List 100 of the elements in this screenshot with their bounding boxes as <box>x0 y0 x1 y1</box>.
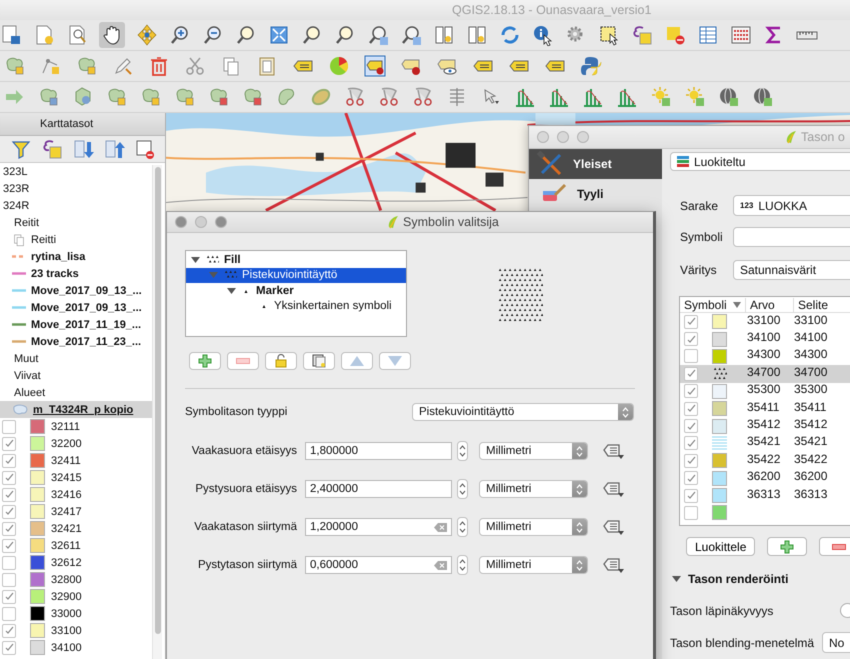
checkbox[interactable] <box>684 332 698 346</box>
table-icon[interactable] <box>697 24 719 46</box>
data-defined-icon[interactable] <box>603 518 625 536</box>
column-header[interactable]: Symboli <box>680 298 745 312</box>
remove-button[interactable] <box>227 352 259 370</box>
sun-icon[interactable] <box>684 86 706 108</box>
abacus-icon[interactable] <box>730 24 752 46</box>
class-row[interactable]: 33100 33100 <box>680 313 850 330</box>
info-icon[interactable] <box>532 24 554 46</box>
tree-item[interactable]: Yksinkertainen symboli <box>186 298 406 314</box>
class-row[interactable]: 35300 35300 <box>680 382 850 400</box>
number-field[interactable]: 2,400000 <box>305 480 452 498</box>
column-header[interactable]: Arvo <box>745 298 793 312</box>
layer-item[interactable]: Reitit <box>0 214 152 231</box>
deselect-icon[interactable] <box>664 24 686 46</box>
clear-icon[interactable] <box>434 560 447 570</box>
duplicate-button[interactable] <box>303 352 335 370</box>
layer-item[interactable]: Viivat <box>0 367 152 384</box>
selection-icon[interactable] <box>598 24 620 46</box>
spin-buttons[interactable] <box>457 441 468 461</box>
scrollbar[interactable] <box>152 165 162 659</box>
polygon-icon[interactable] <box>208 86 230 108</box>
histogram-icon[interactable] <box>548 86 570 108</box>
unit-select[interactable]: Millimetri <box>479 556 588 574</box>
layer-item[interactable]: m_T4324R_p kopio <box>0 401 152 418</box>
class-row[interactable]: 34300 34300 <box>680 348 850 366</box>
layer-item[interactable]: Move_2017_11_19_... <box>0 316 152 333</box>
checkbox[interactable] <box>684 506 698 520</box>
unit-select[interactable]: Millimetri <box>479 442 588 460</box>
checkbox[interactable] <box>2 590 16 604</box>
remove-layer-icon[interactable] <box>134 138 156 160</box>
magnifier-icon[interactable] <box>367 24 389 46</box>
checkbox[interactable] <box>2 606 16 620</box>
checkbox[interactable] <box>2 470 16 484</box>
class-row[interactable]: 36313 36313 <box>680 486 850 504</box>
checkbox[interactable] <box>2 454 16 468</box>
move-down-icon[interactable] <box>72 138 94 160</box>
symbol-button[interactable] <box>733 227 850 247</box>
checkbox[interactable] <box>684 366 698 381</box>
checkbox[interactable] <box>684 384 698 398</box>
globe-icon[interactable] <box>718 86 740 108</box>
checkbox[interactable] <box>2 504 16 518</box>
refresh-icon[interactable] <box>499 24 521 46</box>
pie-icon[interactable] <box>328 55 350 77</box>
scissors-icon[interactable] <box>184 55 206 77</box>
book-icon[interactable] <box>433 24 455 46</box>
layer-item[interactable]: Move_2017_11_23_... <box>0 333 152 350</box>
layer-type-select[interactable]: Pistekuviointitäyttö <box>412 403 634 421</box>
column-header[interactable]: Selite <box>793 298 850 312</box>
layer-item[interactable]: 323R <box>0 180 152 197</box>
move-down-button[interactable] <box>379 352 411 370</box>
checkbox[interactable] <box>684 488 698 503</box>
move-up-icon[interactable] <box>103 138 125 160</box>
class-row[interactable]: 35411 35411 <box>680 400 850 418</box>
expand-icon[interactable] <box>268 24 290 46</box>
sidebar-item[interactable]: Tyyli <box>529 179 662 209</box>
number-field[interactable]: 1,800000 <box>305 442 452 460</box>
layer-item[interactable]: Move_2017_09_13_... <box>0 299 152 316</box>
expression-icon[interactable] <box>631 24 653 46</box>
ring-icon[interactable] <box>310 86 332 108</box>
sidebar-item[interactable]: Yleiset <box>529 149 662 179</box>
checkbox[interactable] <box>2 488 16 502</box>
polygon-icon[interactable] <box>4 55 26 77</box>
polygon-icon[interactable] <box>38 86 60 108</box>
layer-item[interactable]: 23 tracks <box>0 265 152 282</box>
label-tag-icon[interactable] <box>364 55 386 77</box>
lock-button[interactable] <box>265 352 297 370</box>
scissors-icon[interactable] <box>344 86 366 108</box>
class-row[interactable]: 35421 35421 <box>680 434 850 452</box>
expression-icon[interactable] <box>41 138 63 160</box>
sun-icon[interactable] <box>650 86 672 108</box>
histogram-icon[interactable] <box>616 86 638 108</box>
data-defined-icon[interactable] <box>603 442 625 460</box>
class-row[interactable]: 34700 34700 <box>680 365 850 383</box>
maximize-button[interactable] <box>215 216 227 228</box>
blending-select[interactable]: No <box>822 632 850 653</box>
layer-item[interactable]: Alueet <box>0 384 152 401</box>
scroll-thumb[interactable] <box>154 167 160 634</box>
checkbox[interactable] <box>2 436 16 450</box>
column-select[interactable]: 123 LUOKKA <box>733 195 850 216</box>
checkbox[interactable] <box>684 436 698 450</box>
spin-buttons[interactable] <box>457 479 468 499</box>
polygon-icon[interactable] <box>140 86 162 108</box>
layer-item[interactable]: Reitti <box>0 231 152 248</box>
classify-button[interactable]: Luokittele <box>686 537 756 556</box>
unit-select[interactable]: Millimetri <box>479 480 588 498</box>
checkbox[interactable] <box>2 572 16 586</box>
checkbox[interactable] <box>2 556 16 570</box>
checkbox[interactable] <box>684 314 698 329</box>
layer-item[interactable]: 323L <box>0 163 152 180</box>
clear-icon[interactable] <box>434 522 447 532</box>
checkbox[interactable] <box>2 522 16 536</box>
polygon-icon[interactable] <box>106 86 128 108</box>
checkbox[interactable] <box>684 402 698 416</box>
globe-icon[interactable] <box>752 86 774 108</box>
checkbox[interactable] <box>2 420 16 434</box>
number-field[interactable]: 1,200000 <box>305 518 452 536</box>
checkbox[interactable] <box>684 454 698 468</box>
color-ramp-select[interactable]: Satunnaisvärit <box>733 260 850 280</box>
histogram-icon[interactable] <box>514 86 536 108</box>
